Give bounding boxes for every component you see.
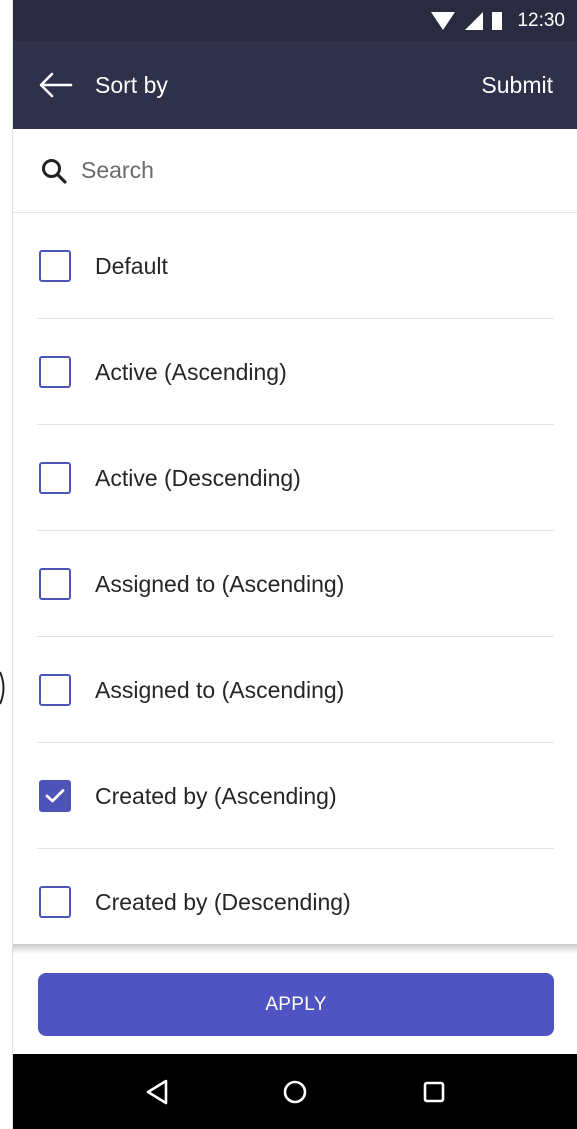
system-nav-bar: [13, 1054, 577, 1129]
recents-square-icon: [423, 1081, 445, 1102]
checkbox[interactable]: [39, 462, 71, 494]
wifi-icon: [431, 11, 456, 30]
checkbox[interactable]: [39, 250, 71, 282]
search-input[interactable]: [81, 157, 501, 184]
checkbox-checked[interactable]: [39, 780, 71, 812]
search-icon: [39, 156, 69, 186]
app-bar: Sort by Submit: [13, 41, 577, 129]
option-label: Created by (Ascending): [95, 782, 337, 809]
status-bar: 12:30: [13, 0, 577, 41]
sort-option[interactable]: Default: [13, 213, 577, 319]
option-label: Active (Descending): [95, 464, 301, 491]
checkbox[interactable]: [39, 356, 71, 388]
arrow-left-icon: [39, 72, 73, 98]
sort-option[interactable]: Created by (Descending): [13, 849, 577, 955]
sort-option[interactable]: Assigned to (Ascending): [13, 637, 577, 743]
option-label: Assigned to (Ascending): [95, 570, 345, 597]
apply-button[interactable]: APPLY: [38, 973, 554, 1036]
battery-icon: [492, 11, 503, 30]
scroll-divider: [13, 944, 577, 954]
option-label: Default: [95, 252, 168, 279]
apply-footer: APPLY: [13, 954, 577, 1054]
sort-option[interactable]: Assigned to (Ascending): [13, 531, 577, 637]
checkbox[interactable]: [39, 568, 71, 600]
option-label: Assigned to (Ascending): [95, 676, 345, 703]
back-button[interactable]: [39, 68, 73, 102]
page-title: Sort by: [95, 71, 168, 98]
checkmark-icon: [45, 789, 65, 803]
back-triangle-icon: [146, 1079, 168, 1104]
phone-screen: 12:30 Sort by Submit Default Active (Asc…: [12, 0, 577, 1129]
option-label: Created by (Descending): [95, 888, 351, 915]
sort-option[interactable]: Created by (Ascending): [13, 743, 577, 849]
nav-back-button[interactable]: [137, 1072, 177, 1112]
checkbox[interactable]: [39, 674, 71, 706]
option-label: Active (Ascending): [95, 358, 287, 385]
nav-recents-button[interactable]: [414, 1072, 454, 1112]
checkbox[interactable]: [39, 886, 71, 918]
home-circle-icon: [284, 1080, 307, 1103]
submit-button[interactable]: Submit: [481, 72, 553, 99]
search-bar: [13, 129, 577, 213]
nav-home-button[interactable]: [275, 1072, 315, 1112]
sort-options-list: Default Active (Ascending) Active (Desce…: [13, 213, 577, 955]
signal-icon: [465, 11, 484, 30]
edge-fragment-icon: [0, 671, 5, 705]
status-time: 12:30: [517, 9, 565, 31]
sort-option[interactable]: Active (Ascending): [13, 319, 577, 425]
sort-option[interactable]: Active (Descending): [13, 425, 577, 531]
